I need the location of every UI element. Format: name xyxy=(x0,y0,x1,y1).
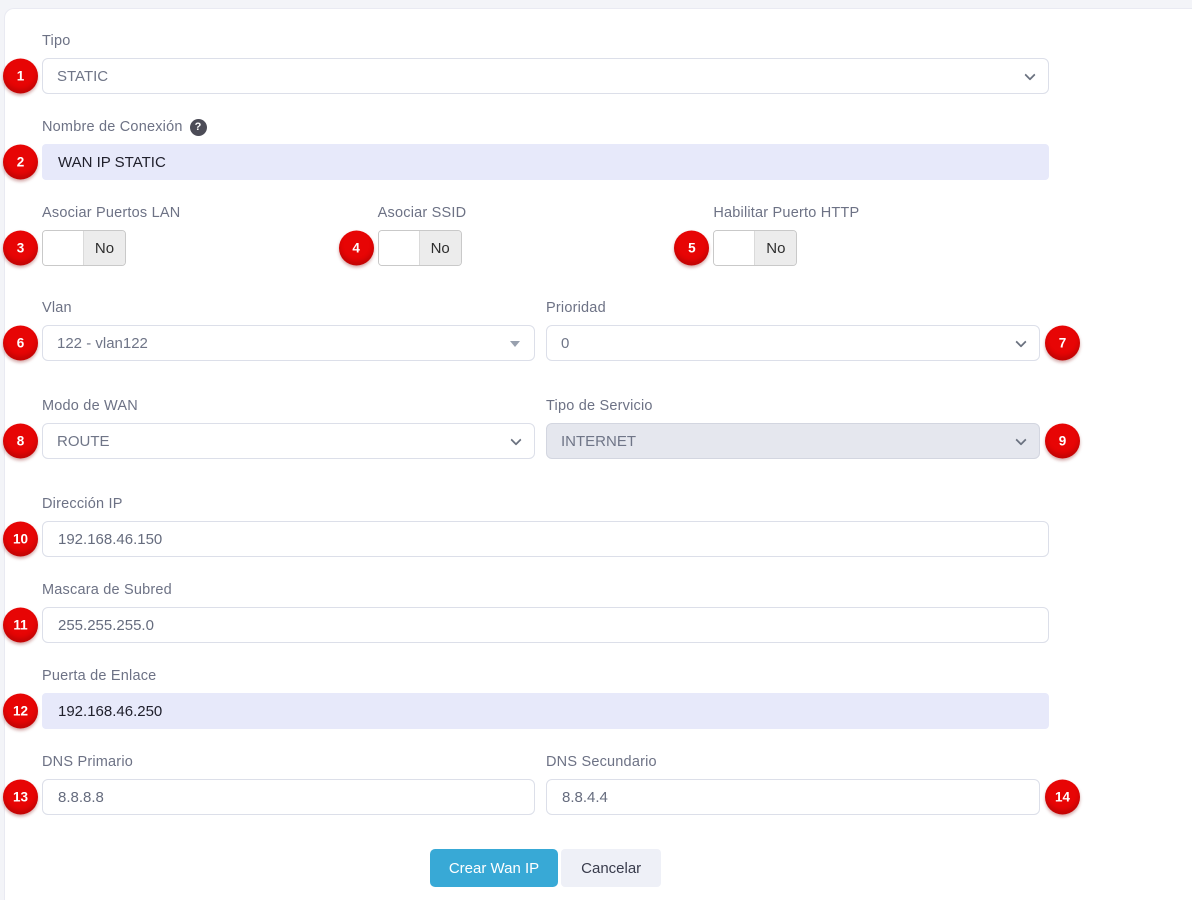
field-group-asociar-lan: Asociar Puertos LAN 3 No xyxy=(3,205,378,266)
step-badge-12: 12 xyxy=(3,693,38,729)
prioridad-label: Prioridad xyxy=(546,300,606,316)
dns-primario-input[interactable] xyxy=(42,779,535,815)
form-actions: Crear Wan IP Cancelar xyxy=(42,849,1049,887)
asociar-ssid-label: Asociar SSID xyxy=(377,205,467,221)
tipo-label: Tipo xyxy=(42,33,71,49)
vlan-select[interactable]: 122 - vlan122 xyxy=(42,325,535,361)
asociar-lan-toggle[interactable]: No xyxy=(42,230,126,266)
puerto-http-label: Habilitar Puerto HTTP xyxy=(713,205,860,221)
field-group-nombre: Nombre de Conexión ? 2 xyxy=(3,119,1049,180)
dns-secundario-label: DNS Secundario xyxy=(546,754,657,770)
tipo-servicio-select: INTERNET xyxy=(546,423,1040,459)
field-group-prioridad: Prioridad 7 0 xyxy=(546,300,1080,361)
wan-form-card: Tipo 1 STATIC Nombre de Conexión ? 2 WAN… xyxy=(3,8,1192,900)
asociar-lan-label: Asociar Puertos LAN xyxy=(42,205,181,221)
tipo-servicio-label: Tipo de Servicio xyxy=(546,398,653,414)
nombre-label: Nombre de Conexión ? xyxy=(42,119,1049,136)
field-group-vlan: Vlan 6 122 - vlan122 xyxy=(3,300,535,361)
modo-wan-select-value: ROUTE xyxy=(57,432,110,450)
dns-row: DNS Primario 13 DNS Secundario 14 xyxy=(3,754,1080,815)
field-group-puerta: Puerta de Enlace 12 xyxy=(3,668,1049,729)
prioridad-select[interactable]: 0 xyxy=(546,325,1040,361)
step-badge-2: 2 xyxy=(3,144,38,180)
step-badge-6: 6 xyxy=(3,325,38,361)
step-badge-14: 14 xyxy=(1045,779,1080,815)
chevron-down-icon xyxy=(1024,69,1036,81)
modo-servicio-row: Modo de WAN 8 ROUTE Tipo de Servicio 9 I… xyxy=(3,398,1080,459)
field-group-tipo: Tipo 1 STATIC xyxy=(3,33,1049,94)
toggle-state-label: No xyxy=(419,231,461,265)
field-group-mascara: Mascara de Subred 11 xyxy=(3,582,1049,643)
step-badge-11: 11 xyxy=(3,607,38,643)
help-icon[interactable]: ? xyxy=(189,119,207,136)
toggle-state-label: No xyxy=(84,231,125,265)
puerto-http-toggle[interactable]: No xyxy=(713,230,798,266)
mascara-label: Mascara de Subred xyxy=(42,582,172,598)
modo-wan-label: Modo de WAN xyxy=(42,398,138,414)
tipo-select-value: STATIC xyxy=(57,67,109,85)
step-badge-4: 4 xyxy=(338,230,374,266)
vlan-select-value: 122 - vlan122 xyxy=(57,334,148,352)
triangle-down-icon xyxy=(510,341,520,347)
wan-form: Tipo 1 STATIC Nombre de Conexión ? 2 WAN… xyxy=(3,33,1080,887)
dns-primario-label: DNS Primario xyxy=(42,754,134,770)
step-badge-1: 1 xyxy=(3,58,38,94)
vlan-label: Vlan xyxy=(42,300,72,316)
chevron-down-icon xyxy=(510,434,522,446)
cancelar-button[interactable]: Cancelar xyxy=(561,849,662,887)
field-group-asociar-ssid: Asociar SSID 4 No xyxy=(338,205,714,266)
field-group-dns-secundario: DNS Secundario 14 xyxy=(546,754,1080,815)
step-badge-8: 8 xyxy=(3,423,38,459)
direccion-ip-input[interactable] xyxy=(42,521,1049,557)
field-group-dns-primario: DNS Primario 13 xyxy=(3,754,535,815)
crear-wan-ip-button[interactable]: Crear Wan IP xyxy=(429,849,559,887)
asociar-ssid-toggle[interactable]: No xyxy=(377,230,462,266)
field-group-direccion-ip: Dirección IP 10 xyxy=(3,496,1049,557)
step-badge-3: 3 xyxy=(3,230,38,266)
toggles-row: Asociar Puertos LAN 3 No Asociar SSID 4 … xyxy=(3,205,1049,266)
field-group-tipo-servicio: Tipo de Servicio 9 INTERNET xyxy=(546,398,1080,459)
puerta-enlace-input[interactable] xyxy=(42,693,1049,729)
toggle-knob xyxy=(43,231,84,265)
chevron-down-icon xyxy=(1015,336,1027,348)
modo-wan-select[interactable]: ROUTE xyxy=(42,423,535,459)
tipo-select[interactable]: STATIC xyxy=(42,58,1049,94)
step-badge-10: 10 xyxy=(3,521,38,557)
toggle-knob xyxy=(714,231,756,265)
step-badge-5: 5 xyxy=(674,230,710,266)
step-badge-13: 13 xyxy=(3,779,38,815)
vlan-prioridad-row: Vlan 6 122 - vlan122 Prioridad 7 0 xyxy=(3,300,1080,361)
puerta-enlace-label: Puerta de Enlace xyxy=(42,668,157,684)
chevron-down-icon xyxy=(1015,434,1027,446)
mascara-subred-input[interactable] xyxy=(42,607,1049,643)
dns-secundario-input[interactable] xyxy=(546,779,1040,815)
toggle-knob xyxy=(378,231,420,265)
prioridad-select-value: 0 xyxy=(561,334,570,352)
field-group-modo-wan: Modo de WAN 8 ROUTE xyxy=(3,398,535,459)
tipo-servicio-select-value: INTERNET xyxy=(561,432,636,450)
step-badge-9: 9 xyxy=(1045,423,1080,459)
nombre-conexion-input[interactable] xyxy=(42,144,1049,180)
step-badge-7: 7 xyxy=(1045,325,1080,361)
toggle-state-label: No xyxy=(755,231,797,265)
direccion-ip-label: Dirección IP xyxy=(42,496,123,512)
field-group-puerto-http: Habilitar Puerto HTTP 5 No xyxy=(674,205,1049,266)
